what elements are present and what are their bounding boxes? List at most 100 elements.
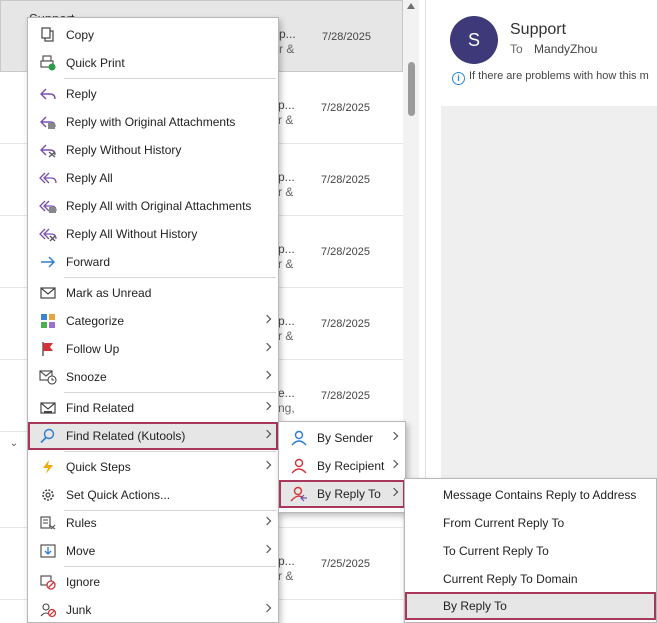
gear-icon	[39, 487, 57, 503]
forward-icon	[39, 254, 57, 270]
reply-no-history-icon	[39, 142, 57, 158]
menu-separator	[64, 78, 276, 79]
menu-item-ignore[interactable]: Ignore	[28, 568, 278, 596]
reply-to-submenu: Message Contains Reply to Address From C…	[404, 478, 657, 623]
chevron-right-icon	[389, 459, 399, 469]
context-menu: Copy Quick Print Reply Reply with Origin…	[27, 17, 279, 623]
kutools-submenu: By Sender By Recipient By Reply To	[278, 421, 406, 513]
reply-all-attachment-icon	[39, 198, 57, 214]
menu-item-by-sender[interactable]: By Sender	[279, 424, 405, 452]
menu-item-contains-reply-to-address[interactable]: Message Contains Reply to Address	[405, 481, 656, 509]
message-snippet: ng,	[278, 401, 295, 415]
rules-icon	[39, 515, 57, 531]
info-icon: i	[452, 72, 465, 85]
message-snippet: r &	[278, 113, 294, 127]
junk-icon	[39, 602, 57, 618]
menu-item-current-reply-to-domain[interactable]: Current Reply To Domain	[405, 565, 656, 593]
chevron-right-icon	[262, 314, 272, 324]
message-date: 7/28/2025	[321, 102, 370, 114]
chevron-right-icon	[262, 544, 272, 554]
message-snippet: p...	[278, 98, 295, 112]
scrollbar-thumb[interactable]	[408, 62, 415, 116]
message-snippet: p...	[279, 27, 296, 41]
message-date: 7/28/2025	[322, 31, 371, 43]
message-snippet: r &	[279, 42, 295, 56]
menu-item-reply-without-history[interactable]: Reply Without History	[28, 136, 278, 164]
recipient-name[interactable]: MandyZhou	[534, 42, 597, 56]
print-icon	[39, 55, 57, 71]
menu-item-reply-all-without-history[interactable]: Reply All Without History	[28, 220, 278, 248]
message-snippet: p...	[278, 554, 295, 568]
menu-item-copy[interactable]: Copy	[28, 21, 278, 49]
sender-name[interactable]: Support	[510, 21, 566, 39]
message-date: 7/28/2025	[321, 174, 370, 186]
chevron-right-icon	[389, 431, 399, 441]
menu-item-junk[interactable]: Junk	[28, 596, 278, 623]
chevron-right-icon	[389, 487, 399, 497]
menu-item-reply-all-with-attachments[interactable]: Reply All with Original Attachments	[28, 192, 278, 220]
recipient-line: To MandyZhou	[510, 42, 597, 56]
lightning-icon	[39, 459, 57, 475]
menu-item-by-reply-to-final[interactable]: By Reply To	[405, 592, 656, 620]
menu-item-follow-up[interactable]: Follow Up	[28, 335, 278, 363]
menu-item-move[interactable]: Move	[28, 537, 278, 565]
menu-item-quick-print[interactable]: Quick Print	[28, 49, 278, 77]
message-snippet: r &	[278, 185, 294, 199]
menu-item-by-recipient[interactable]: By Recipient	[279, 452, 405, 480]
reply-icon	[39, 86, 57, 102]
menu-item-set-quick-actions[interactable]: Set Quick Actions...	[28, 481, 278, 509]
menu-item-snooze[interactable]: Snooze	[28, 363, 278, 391]
message-date: 7/28/2025	[321, 318, 370, 330]
menu-item-rules[interactable]: Rules	[28, 509, 278, 537]
chevron-right-icon	[262, 401, 272, 411]
message-snippet: r &	[278, 329, 294, 343]
flag-icon	[39, 341, 57, 357]
menu-item-from-current-reply-to[interactable]: From Current Reply To	[405, 509, 656, 537]
menu-separator	[64, 392, 276, 393]
message-snippet: p...	[278, 170, 295, 184]
copy-icon	[39, 27, 57, 43]
menu-separator	[64, 566, 276, 567]
chevron-right-icon	[262, 370, 272, 380]
search-icon	[39, 428, 57, 444]
menu-item-mark-unread[interactable]: Mark as Unread	[28, 279, 278, 307]
menu-item-reply[interactable]: Reply	[28, 80, 278, 108]
menu-item-to-current-reply-to[interactable]: To Current Reply To	[405, 537, 656, 565]
scroll-up-icon[interactable]	[407, 3, 415, 9]
move-icon	[39, 543, 57, 559]
message-date: 7/28/2025	[321, 390, 370, 402]
menu-item-by-reply-to[interactable]: By Reply To	[279, 480, 405, 508]
envelope-icon	[39, 285, 57, 301]
find-related-icon	[39, 400, 57, 416]
menu-item-forward[interactable]: Forward	[28, 248, 278, 276]
person-icon	[290, 430, 308, 446]
menu-item-categorize[interactable]: Categorize	[28, 307, 278, 335]
message-snippet: e...	[278, 386, 295, 400]
person-reply-icon	[290, 486, 308, 502]
snooze-clock-icon	[39, 369, 57, 385]
info-text: If there are problems with how this m	[469, 70, 649, 82]
menu-separator	[64, 451, 276, 452]
chevron-right-icon	[262, 460, 272, 470]
menu-item-find-related[interactable]: Find Related	[28, 394, 278, 422]
message-snippet: p...	[278, 314, 295, 328]
to-label: To	[510, 42, 523, 56]
chevron-right-icon	[262, 429, 272, 439]
message-snippet: r &	[278, 569, 294, 583]
message-date: 7/25/2025	[321, 558, 370, 570]
person-icon	[290, 458, 308, 474]
outlook-window: { "message_list": { "rows": [ {"sender":…	[0, 0, 657, 623]
info-bar[interactable]: i If there are problems with how this m	[452, 70, 649, 85]
categorize-icon	[39, 313, 57, 329]
chevron-right-icon	[262, 342, 272, 352]
chevron-down-icon[interactable]: ⌄	[6, 436, 22, 452]
menu-item-find-related-kutools[interactable]: Find Related (Kutools)	[28, 422, 278, 450]
chevron-right-icon	[262, 516, 272, 526]
avatar[interactable]: S	[450, 16, 498, 64]
menu-item-quick-steps[interactable]: Quick Steps	[28, 453, 278, 481]
menu-item-reply-all[interactable]: Reply All	[28, 164, 278, 192]
menu-item-reply-with-attachments[interactable]: Reply with Original Attachments	[28, 108, 278, 136]
reply-all-icon	[39, 170, 57, 186]
reply-all-no-history-icon	[39, 226, 57, 242]
chevron-right-icon	[262, 603, 272, 613]
